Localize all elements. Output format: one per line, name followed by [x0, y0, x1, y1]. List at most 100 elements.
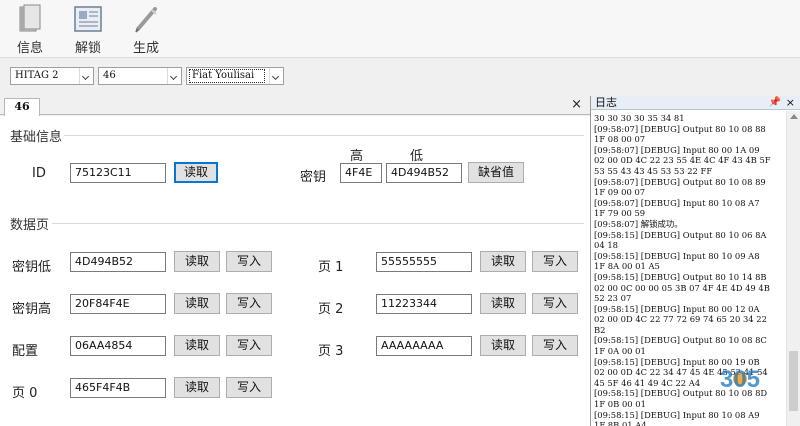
- selector-bar: HITAG 2 46 Fiat Youlisai: [0, 60, 800, 90]
- key-low-field[interactable]: 4D494B52: [386, 163, 462, 183]
- log-line: [09:58:07] [DEBUG] Output 80 10 08 89: [594, 176, 766, 187]
- toolbar: 信息 解锁 生成: [0, 0, 800, 58]
- log-line: [09:58:15] [DEBUG] Output 80 10 14 8B: [594, 271, 767, 282]
- log-line: [09:58:15] [DEBUG] Input 80 10 09 A8: [594, 250, 760, 261]
- chevron-down-icon[interactable]: [79, 68, 93, 84]
- tab-content: 基础信息 高 低 ID 75123C11 读取 密钥 4F4E 4D494B52…: [0, 116, 590, 426]
- read-page0-button[interactable]: 读取: [174, 377, 220, 398]
- unlock-icon: [74, 6, 102, 32]
- info-button-label: 信息: [16, 41, 43, 56]
- vehicle-select[interactable]: Fiat Youlisai: [186, 67, 284, 85]
- config-row-label: 配置: [12, 344, 39, 359]
- page2-row-label: 页 2: [318, 302, 344, 317]
- page2-field[interactable]: 11223344: [376, 294, 472, 314]
- log-line: 1F 8A 00 01 A5: [594, 261, 660, 272]
- log-line: 53 55 43 43 45 53 53 22 FF: [594, 165, 713, 176]
- key-high-row-label: 密钥高: [12, 302, 52, 317]
- log-titlebar: 日志 📌 ×: [591, 96, 800, 110]
- page3-field[interactable]: AAAAAAAA: [376, 336, 472, 356]
- page0-field[interactable]: 465F4F4B: [70, 378, 166, 398]
- page1-field[interactable]: 55555555: [376, 252, 472, 272]
- log-line: 02 00 0D 4C 22 23 55 4E 4C 4F 43 4B 5F: [594, 155, 771, 166]
- key-label: 密钥: [300, 170, 327, 185]
- read-key-low-button[interactable]: 读取: [174, 251, 220, 272]
- pin-icon[interactable]: 📌: [769, 96, 781, 110]
- config-page-field[interactable]: 06AA4854: [70, 336, 166, 356]
- vehicle-select-value: Fiat Youlisai: [189, 69, 265, 83]
- log-line: [09:58:07] [DEBUG] Input 80 10 08 A7: [594, 197, 760, 208]
- key-low-row-label: 密钥低: [12, 260, 52, 275]
- id-field[interactable]: 75123C11: [70, 163, 166, 183]
- chip-select-value: HITAG 2: [15, 70, 59, 81]
- log-line: 1F 0A 00 01: [594, 346, 646, 357]
- section-divider: [52, 223, 584, 224]
- scroll-up-icon[interactable]: [790, 114, 798, 119]
- generate-button-label: 生成: [132, 41, 159, 56]
- write-page1-button[interactable]: 写入: [532, 251, 578, 272]
- scroll-thumb[interactable]: [789, 351, 798, 411]
- info-button[interactable]: 信息: [4, 4, 56, 56]
- log-line: [09:58:15] [DEBUG] Input 80 10 08 A9: [594, 409, 760, 420]
- basic-info-title: 基础信息: [10, 130, 63, 145]
- id-label: ID: [32, 166, 46, 181]
- close-log-icon[interactable]: ×: [786, 96, 795, 110]
- log-line: [09:58:15] [DEBUG] Output 80 10 08 8C: [594, 335, 767, 346]
- mode-select[interactable]: 46: [98, 67, 182, 85]
- write-key-high-button[interactable]: 写入: [226, 293, 272, 314]
- write-page3-button[interactable]: 写入: [532, 335, 578, 356]
- log-line: 1F 79 00 59: [594, 208, 646, 219]
- log-line: 1F 8B 01 A4: [594, 420, 647, 426]
- key-low-page-field[interactable]: 4D494B52: [70, 252, 166, 272]
- log-line: 02 00 0C 00 00 05 3B 07 4F 4E 4D 49 4B: [594, 282, 770, 293]
- tab-strip: 46 ×: [0, 96, 590, 116]
- key-low-header: 低: [410, 149, 424, 164]
- log-line: 04 18: [594, 240, 618, 251]
- close-tab-icon[interactable]: ×: [571, 98, 582, 112]
- generate-button[interactable]: 生成: [120, 4, 172, 56]
- info-icon: [19, 4, 41, 32]
- write-config-button[interactable]: 写入: [226, 335, 272, 356]
- chip-select[interactable]: HITAG 2: [10, 67, 94, 85]
- read-page2-button[interactable]: 读取: [480, 293, 526, 314]
- key-high-field[interactable]: 4F4E: [340, 163, 382, 183]
- default-button[interactable]: 缺省值: [468, 162, 524, 183]
- read-key-high-button[interactable]: 读取: [174, 293, 220, 314]
- main-panel: 46 × 基础信息 高 低 ID 75123C11 读取 密钥 4F4E 4D4…: [0, 96, 590, 426]
- log-line: [09:58:15] [DEBUG] Input 80 00 12 0A: [594, 303, 760, 314]
- read-config-button[interactable]: 读取: [174, 335, 220, 356]
- mode-select-value: 46: [103, 70, 116, 81]
- chevron-down-icon[interactable]: [269, 68, 283, 84]
- log-line: [09:58:07] 解锁成功。: [594, 218, 683, 229]
- log-line: [09:58:07] [DEBUG] Output 80 10 08 88: [594, 123, 766, 134]
- log-scrollbar[interactable]: [786, 111, 800, 426]
- log-line: B2: [594, 324, 606, 335]
- log-title: 日志: [595, 96, 617, 109]
- log-line: 30 30 30 30 35 34 81: [594, 113, 685, 123]
- log-line: 02 00 0D 4C 22 77 72 69 74 65 20 34 22: [594, 314, 767, 325]
- unlock-button-label: 解锁: [74, 41, 101, 56]
- log-line: 1F 08 00 07: [594, 134, 646, 145]
- log-line: 1F 09 00 07: [594, 187, 646, 198]
- log-line: [09:58:07] [DEBUG] Input 80 00 1A 09: [594, 144, 760, 155]
- page1-row-label: 页 1: [318, 260, 344, 275]
- page0-row-label: 页 0: [12, 386, 38, 401]
- log-line: 1F 0B 00 01: [594, 399, 646, 410]
- data-page-title: 数据页: [10, 218, 50, 233]
- tab-46[interactable]: 46: [4, 98, 40, 116]
- log-line: 52 23 07: [594, 293, 632, 304]
- unlock-button[interactable]: 解锁: [62, 4, 114, 56]
- section-divider: [64, 135, 584, 136]
- chevron-down-icon[interactable]: [167, 68, 181, 84]
- key-high-page-field[interactable]: 20F84F4E: [70, 294, 166, 314]
- read-page1-button[interactable]: 读取: [480, 251, 526, 272]
- read-page3-button[interactable]: 读取: [480, 335, 526, 356]
- write-key-low-button[interactable]: 写入: [226, 251, 272, 272]
- page3-row-label: 页 3: [318, 344, 344, 359]
- key-high-header: 高: [350, 149, 364, 164]
- watermark-logo: 305: [720, 366, 760, 393]
- pen-icon: [135, 7, 157, 33]
- write-page0-button[interactable]: 写入: [226, 377, 272, 398]
- log-line: [09:58:15] [DEBUG] Output 80 10 06 8A: [594, 229, 767, 240]
- read-id-button[interactable]: 读取: [174, 162, 218, 183]
- write-page2-button[interactable]: 写入: [532, 293, 578, 314]
